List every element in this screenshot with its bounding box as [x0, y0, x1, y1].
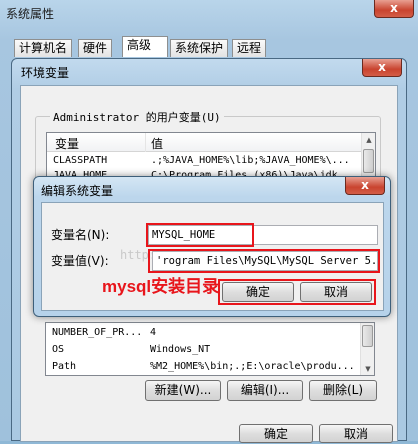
system-list-scrollbar[interactable]: ▼	[360, 323, 374, 375]
row-name: Path	[52, 361, 77, 372]
highlight-box	[146, 223, 254, 247]
table-row[interactable]: Path %M2_HOME%\bin;.;E:\oracle\produ...	[46, 360, 360, 375]
edit-variable-button[interactable]: 编辑(I)...	[227, 380, 303, 401]
col-header-value[interactable]: 值	[151, 135, 163, 152]
row-value: Windows_NT	[150, 344, 211, 355]
table-row[interactable]: NUMBER_OF_PR... 4	[46, 326, 360, 341]
system-variables-list[interactable]: NUMBER_OF_PR... 4 OS Windows_NT Path %M2…	[45, 322, 375, 376]
scroll-up-icon[interactable]: ▲	[363, 134, 375, 146]
delete-variable-button[interactable]: 删除(L)	[309, 380, 377, 401]
variable-name-label: 变量名(N):	[51, 228, 110, 242]
scroll-thumb[interactable]	[362, 325, 373, 347]
env-ok-button[interactable]: 确定	[239, 424, 313, 443]
annotation-text: mysql安装目录	[102, 277, 220, 296]
tab-computer-name[interactable]: 计算机名	[14, 39, 73, 57]
scroll-down-icon[interactable]: ▼	[362, 363, 374, 375]
tab-hardware[interactable]: 硬件	[78, 39, 113, 57]
variable-value-label: 变量值(V):	[51, 254, 109, 268]
row-name: NUMBER_OF_PR...	[52, 327, 143, 338]
tab-advanced[interactable]: 高级	[122, 36, 168, 57]
row-name: CLASSPATH	[53, 155, 108, 166]
tab-system-protection[interactable]: 系统保护	[170, 39, 229, 57]
system-properties-window: 系统属性 x 计算机名 硬件 高级 系统保护 远程 环境变量 x Adminis…	[0, 0, 418, 443]
tab-remote[interactable]: 远程	[232, 39, 267, 57]
env-close-button[interactable]: x	[362, 59, 402, 77]
new-variable-button[interactable]: 新建(W)...	[145, 380, 221, 401]
close-button[interactable]: x	[374, 0, 414, 18]
window-title: 系统属性	[6, 7, 55, 21]
table-row[interactable]: OS Windows_NT	[46, 343, 360, 358]
list-header: 变量 值	[47, 133, 361, 152]
edit-close-button[interactable]: x	[345, 177, 385, 195]
row-value: 4	[150, 327, 157, 338]
edit-dialog-title: 编辑系统变量	[41, 184, 114, 198]
row-value: .;%JAVA_HOME%\lib;%JAVA_HOME%\...	[151, 155, 350, 166]
row-name: OS	[52, 344, 65, 355]
edit-system-variable-dialog: 编辑系统变量 x http://blog.csdn.net/ 变量名(N): M…	[33, 176, 391, 317]
env-window-title: 环境变量	[21, 66, 70, 80]
user-variables-label: Administrator 的用户变量(U)	[50, 109, 224, 125]
row-value: %M2_HOME%\bin;.;E:\oracle\produ...	[150, 361, 355, 372]
env-cancel-button[interactable]: 取消	[319, 424, 393, 443]
edit-dialog-body: http://blog.csdn.net/ 变量名(N): MYSQL_HOME…	[41, 202, 384, 311]
table-row[interactable]: CLASSPATH .;%JAVA_HOME%\lib;%JAVA_HOME%\…	[47, 154, 361, 169]
highlight-box	[218, 279, 376, 305]
highlight-box	[148, 249, 380, 273]
scroll-thumb[interactable]	[363, 149, 374, 173]
col-header-variable[interactable]: 变量	[55, 135, 79, 152]
